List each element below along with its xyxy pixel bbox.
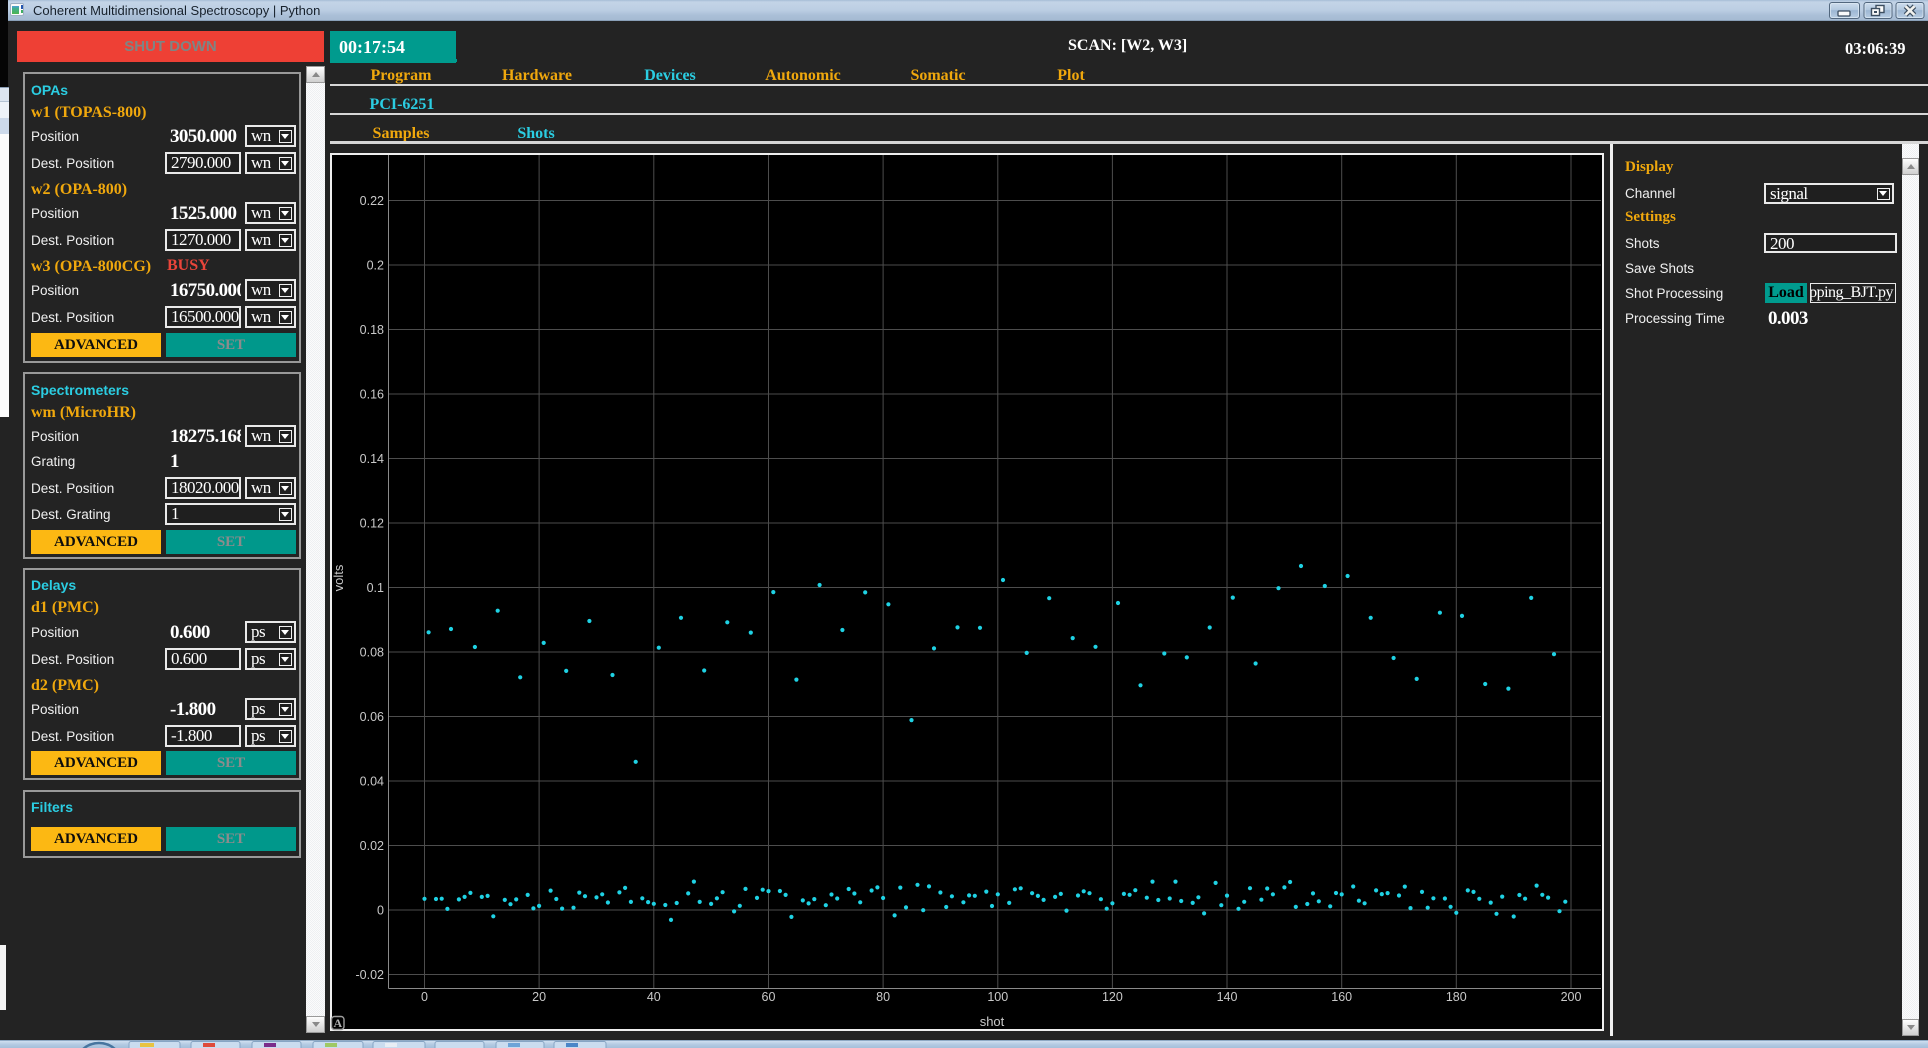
svg-text:40: 40 [647, 990, 661, 1004]
svg-text:160: 160 [1331, 990, 1352, 1004]
svg-text:20: 20 [532, 990, 546, 1004]
svg-text:60: 60 [762, 990, 776, 1004]
svg-text:0.06: 0.06 [360, 710, 384, 724]
svg-text:shot: shot [980, 1014, 1005, 1029]
svg-text:0: 0 [377, 904, 384, 918]
svg-text:0.02: 0.02 [360, 839, 384, 853]
svg-text:80: 80 [876, 990, 890, 1004]
svg-text:140: 140 [1217, 990, 1238, 1004]
svg-text:volts: volts [331, 564, 346, 591]
svg-text:0.14: 0.14 [360, 452, 384, 466]
svg-text:200: 200 [1561, 990, 1582, 1004]
svg-text:0.22: 0.22 [360, 194, 384, 208]
svg-text:0.12: 0.12 [360, 517, 384, 531]
svg-text:0: 0 [421, 990, 428, 1004]
svg-text:0.2: 0.2 [367, 259, 384, 273]
svg-text:0.1: 0.1 [367, 581, 384, 595]
svg-text:100: 100 [987, 990, 1008, 1004]
svg-text:180: 180 [1446, 990, 1467, 1004]
svg-text:0.08: 0.08 [360, 646, 384, 660]
svg-text:0.18: 0.18 [360, 323, 384, 337]
svg-text:A: A [333, 1016, 342, 1030]
svg-text:0.16: 0.16 [360, 388, 384, 402]
svg-text:0.04: 0.04 [360, 775, 384, 789]
svg-text:120: 120 [1102, 990, 1123, 1004]
svg-text:-0.02: -0.02 [356, 968, 385, 982]
